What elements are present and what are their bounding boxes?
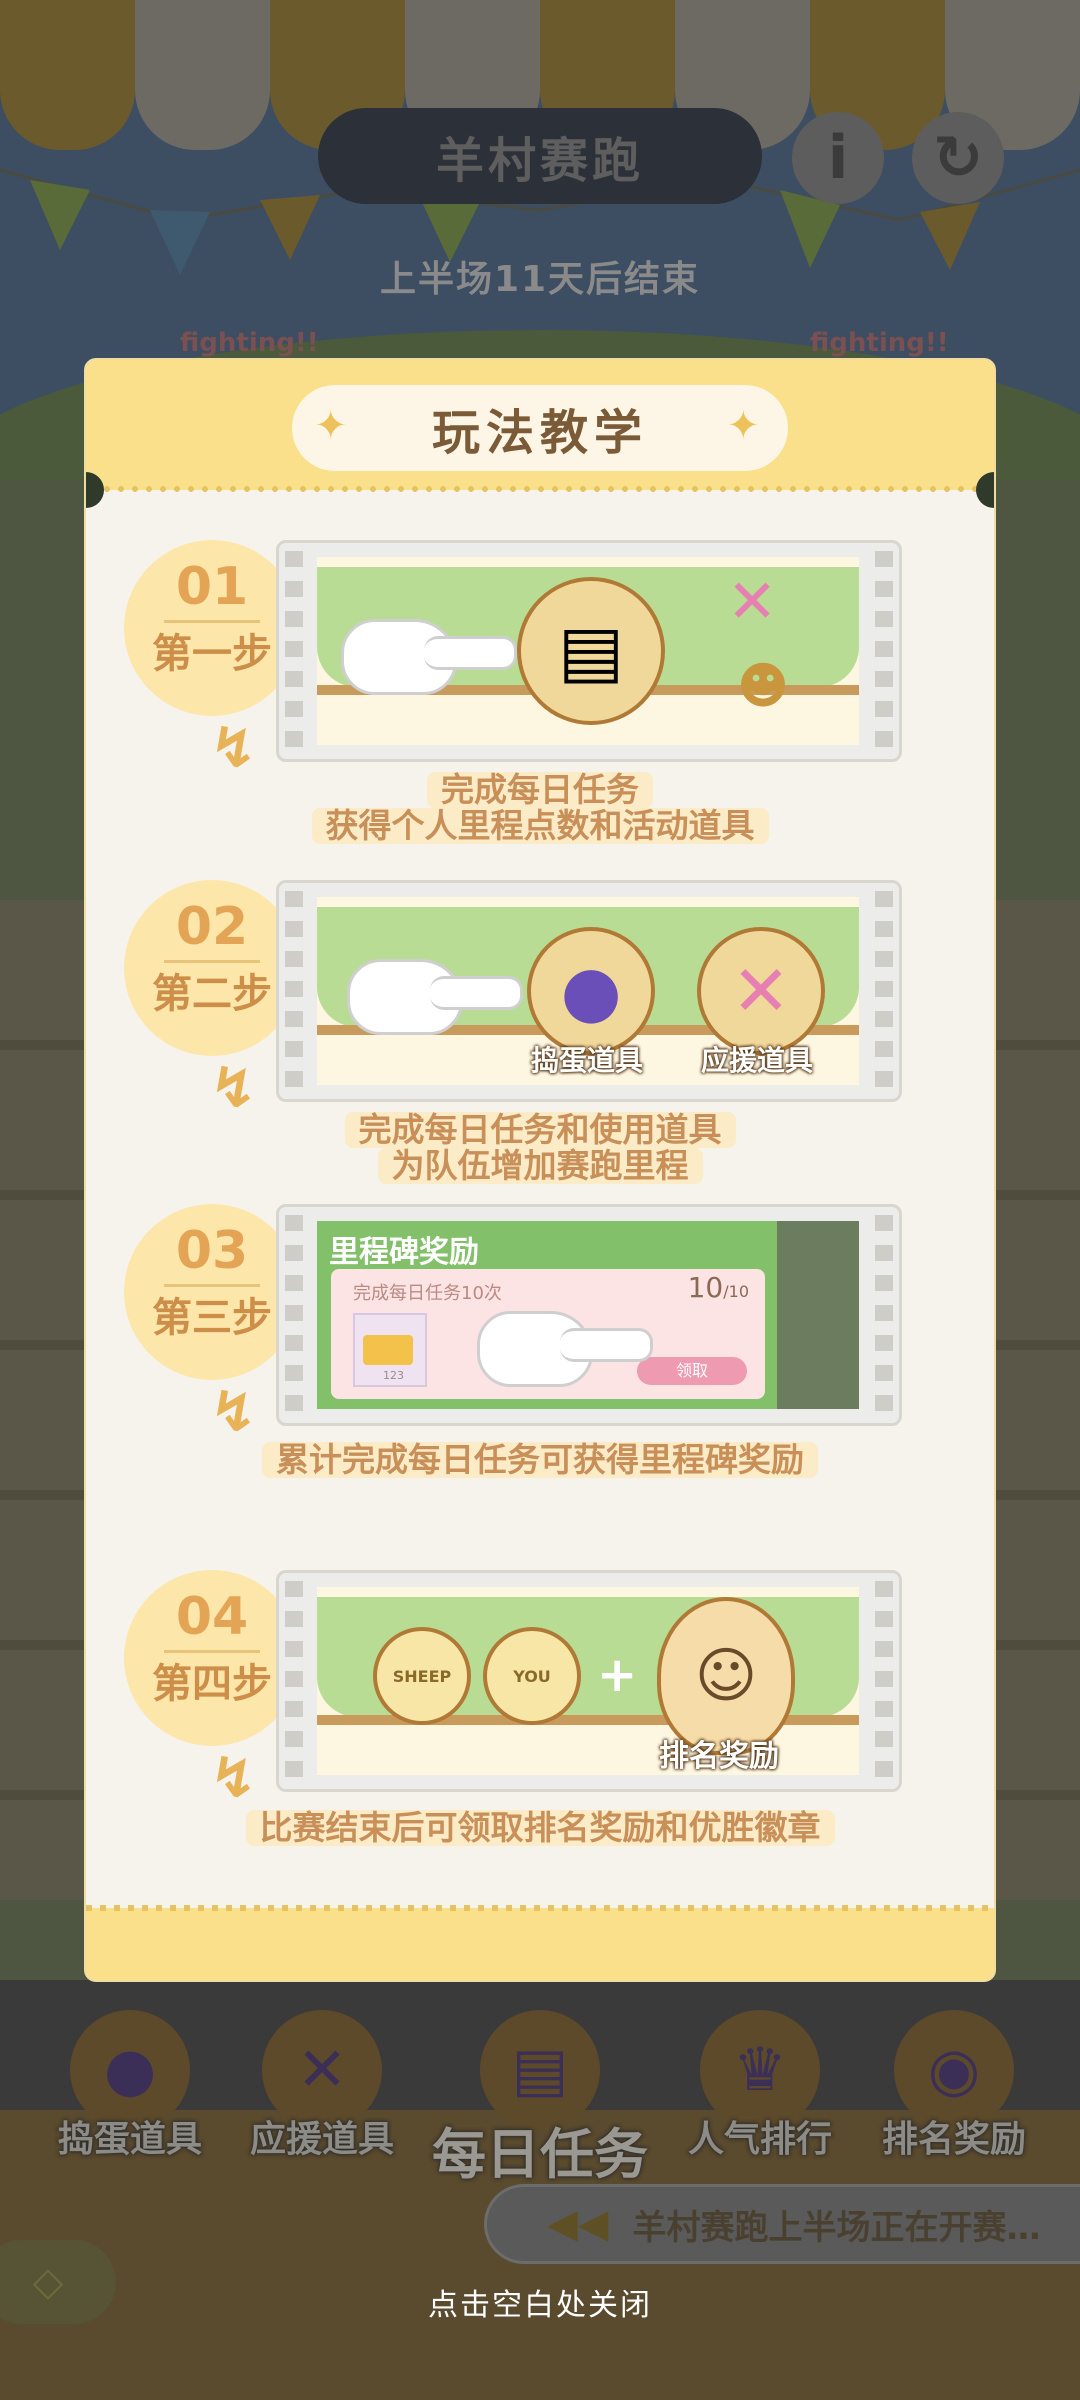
step-badge: 04 第四步: [124, 1570, 300, 1746]
step-name: 第四步: [152, 1661, 272, 1707]
step-number: 04: [175, 1587, 249, 1647]
nav-support-items[interactable]: ✕ 应援道具: [232, 2010, 412, 2162]
step-description: 完成每日任务和使用道具 为队伍增加赛跑里程: [86, 1112, 994, 1184]
step-description: 完成每日任务 获得个人里程点数和活动道具: [86, 772, 994, 844]
nav-prank-items[interactable]: ● 捣蛋道具: [40, 2010, 220, 2162]
curl-arrow-icon: ↯: [210, 1380, 257, 1445]
step-name: 第三步: [152, 1295, 272, 1341]
fighting-label-right: fighting!!: [810, 328, 949, 358]
nav-label: 排名奖励: [881, 2119, 1026, 2160]
plus-icon: +: [597, 1647, 638, 1703]
nav-label: 每日任务: [432, 2123, 648, 2186]
modal-title: 玩法教学: [431, 405, 648, 461]
item-tag: 捣蛋道具: [531, 1044, 644, 1077]
nav-daily-tasks[interactable]: ▤ 每日任务: [420, 2010, 660, 2189]
nav-label: 人气排行: [687, 2119, 832, 2160]
modal-footer: [86, 1905, 994, 1980]
desc-line: 比赛结束后可领取排名奖励和优胜徽章: [245, 1810, 835, 1846]
sheep-badge-icon: SHEEP: [373, 1627, 471, 1725]
step-number: 03: [175, 1221, 249, 1281]
you-badge-icon: YOU: [483, 1627, 581, 1725]
nav-label: 应援道具: [249, 2119, 394, 2160]
bottom-nav: ● 捣蛋道具 ✕ 应援道具 ▤ 每日任务 ♛ 人气排行 ◉ 排名奖励: [0, 2010, 1080, 2186]
pointing-hand-icon: [477, 1311, 653, 1387]
tutorial-step-2: 02 第二步 ↯ ● ✕ 捣蛋道具 应援道具 完成每日任务和使用道具 为队伍增加…: [86, 880, 994, 1184]
desc-line: 完成每日任务: [427, 772, 653, 808]
notebook-icon: ▤: [517, 577, 665, 725]
step-badge: 01 第一步: [124, 540, 300, 716]
step-name: 第二步: [152, 971, 272, 1017]
step-illustration: 里程碑奖励 完成每日任务10次 10/10 123 领取: [276, 1204, 902, 1426]
pointing-hand-icon: [347, 959, 523, 1035]
step-description: 累计完成每日任务可获得里程碑奖励: [86, 1442, 994, 1478]
milestone-title: 里程碑奖励: [329, 1235, 479, 1270]
step-illustration: SHEEP YOU + ☺ 排名奖励: [276, 1570, 902, 1792]
claim-button: 领取: [637, 1357, 747, 1385]
tutorial-modal: ✦ 玩法教学 ✦ 01 第一步 ↯ ▤ ✕ ☻ 完成每日任务 获得个人里程点数和…: [86, 360, 994, 1980]
page-title: 羊村赛跑: [318, 108, 762, 204]
desc-line: 为队伍增加赛跑里程: [377, 1148, 703, 1184]
step-badge: 02 第二步: [124, 880, 300, 1056]
nav-popularity-ranking[interactable]: ♛ 人气排行: [670, 2010, 850, 2162]
rewind-icon: ◀◀: [547, 2201, 609, 2247]
glowstick-icon: ✕: [727, 567, 778, 637]
step-badge: 03 第三步: [124, 1204, 300, 1380]
fighting-label-left: fighting!!: [180, 328, 319, 358]
item-tag: 应援道具: [701, 1044, 814, 1077]
step-illustration: ▤ ✕ ☻: [276, 540, 902, 762]
reward-tag: 排名奖励: [659, 1739, 779, 1774]
glowstick-icon: ✕: [697, 927, 825, 1055]
pointing-hand-icon: [341, 619, 517, 695]
announcement-ticker[interactable]: ◀◀ 羊村赛跑上半场正在开赛…: [484, 2184, 1080, 2264]
tutorial-step-4: 04 第四步 ↯ SHEEP YOU + ☺ 排名奖励 比赛结束后可领取排名奖励…: [86, 1570, 994, 1846]
milestone-progress: 10/10: [687, 1271, 749, 1304]
info-icon[interactable]: i: [792, 112, 884, 204]
step-number: 01: [175, 557, 249, 617]
close-hint[interactable]: 点击空白处关闭: [0, 2280, 1080, 2324]
tutorial-step-3: 03 第三步 ↯ 里程碑奖励 完成每日任务10次 10/10 123 领取 累计…: [86, 1204, 994, 1478]
step-number: 02: [175, 897, 249, 957]
monster-icon: ●: [527, 927, 655, 1055]
step-description: 比赛结束后可领取排名奖励和优胜徽章: [86, 1810, 994, 1846]
refresh-icon[interactable]: ↻: [912, 112, 1004, 204]
step-name: 第一步: [152, 631, 272, 677]
milestone-quantity: 123: [383, 1369, 404, 1382]
sparkle-icon: ✦: [726, 403, 766, 449]
desc-line: 完成每日任务和使用道具: [344, 1112, 736, 1148]
nav-ranking-rewards[interactable]: ◉ 排名奖励: [864, 2010, 1044, 2162]
nav-label: 捣蛋道具: [57, 2119, 202, 2160]
desc-line: 累计完成每日任务可获得里程碑奖励: [262, 1442, 818, 1478]
mascot-icon: ☻: [737, 657, 790, 715]
ticker-text: 羊村赛跑上半场正在开赛…: [632, 2207, 1041, 2248]
countdown-text: 上半场11天后结束: [379, 259, 701, 300]
curl-arrow-icon: ↯: [210, 1746, 257, 1811]
milestone-task: 完成每日任务10次: [353, 1283, 502, 1304]
step-illustration: ● ✕ 捣蛋道具 应援道具: [276, 880, 902, 1102]
tutorial-step-1: 01 第一步 ↯ ▤ ✕ ☻ 完成每日任务 获得个人里程点数和活动道具: [86, 540, 994, 844]
sparkle-icon: ✦: [314, 403, 354, 449]
modal-title-badge: ✦ 玩法教学 ✦: [292, 385, 788, 471]
desc-line: 获得个人里程点数和活动道具: [311, 808, 769, 844]
